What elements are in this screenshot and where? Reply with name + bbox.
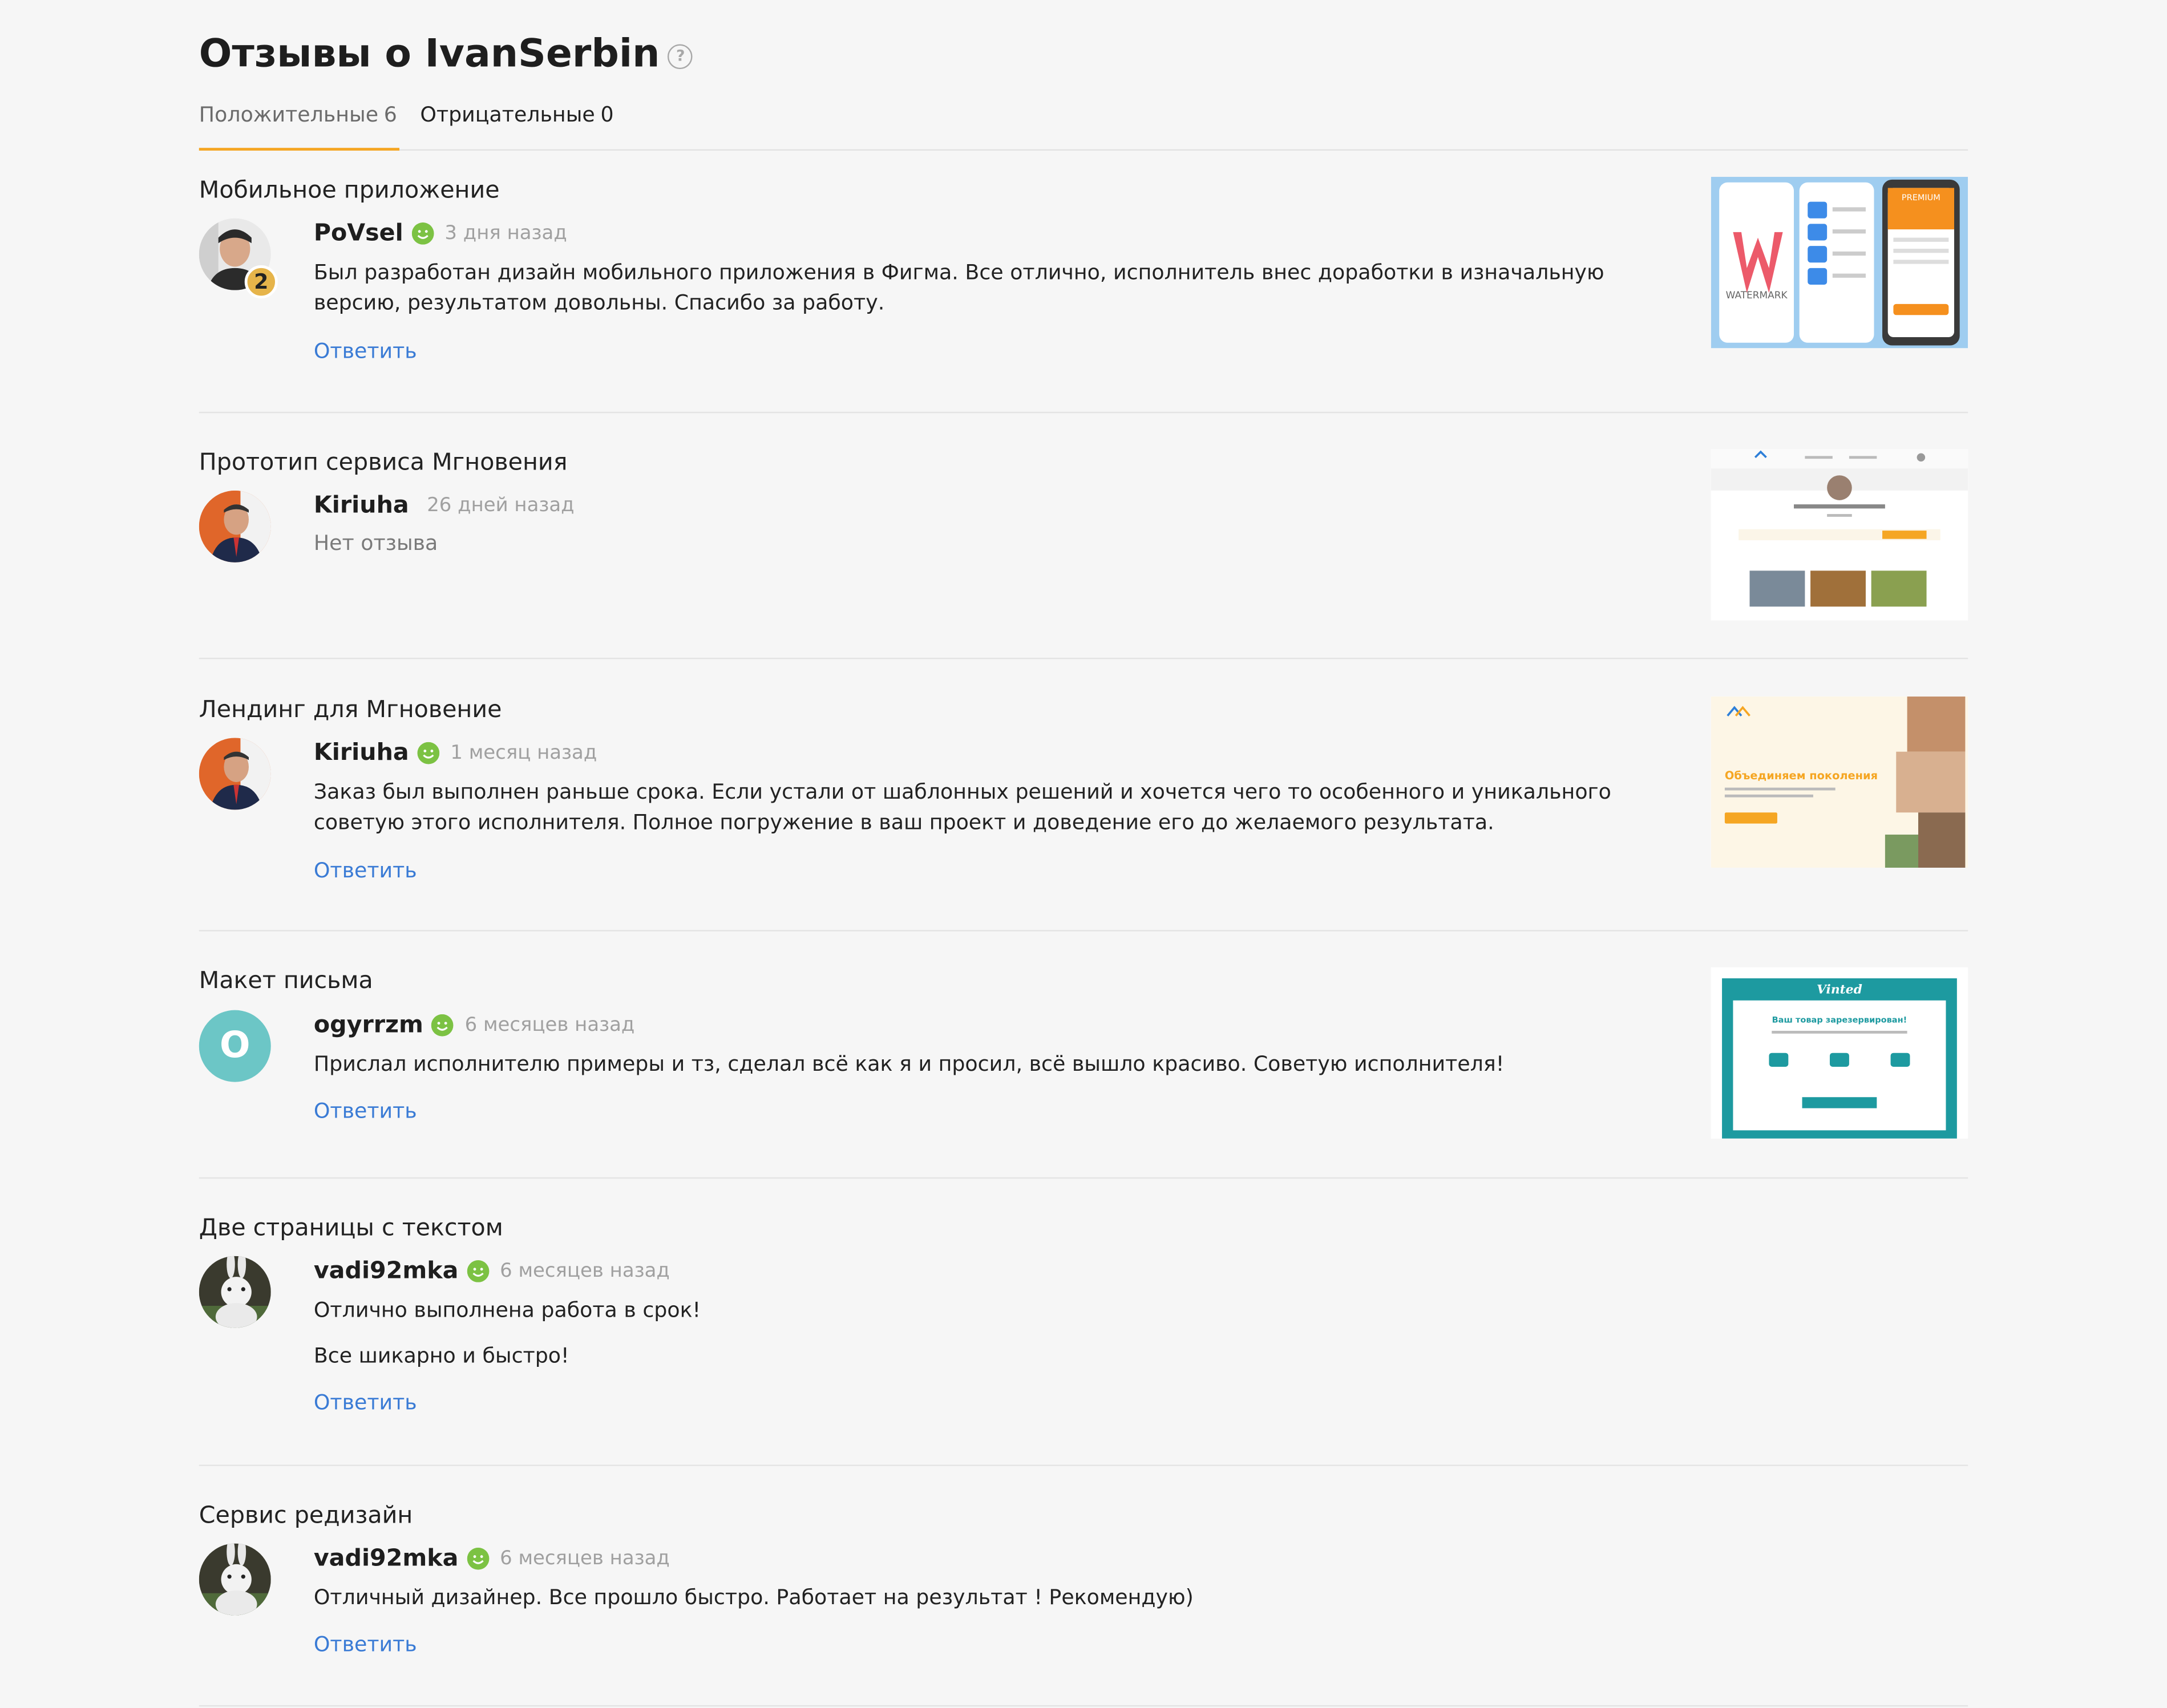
avatar[interactable] (199, 490, 271, 562)
page-title: Отзывы о IvanSerbin ? (199, 30, 693, 76)
positive-smile-icon (431, 1014, 454, 1037)
reply-link[interactable]: Ответить (314, 338, 417, 363)
positive-smile-icon (411, 222, 434, 245)
thumb-premium: PREMIUM (1902, 193, 1940, 203)
review-time: 6 месяцев назад (500, 1260, 670, 1282)
thumb-heading: Ваш товар зарезервирован! (1772, 1015, 1907, 1025)
review-tabs: Положительные 6 Отрицательные 0 (199, 102, 1968, 151)
portfolio-thumbnail[interactable]: WATERMARK PREMIUM (1711, 177, 1968, 349)
positive-smile-icon (417, 742, 439, 764)
review-text: Нет отзыва (313, 531, 438, 556)
positive-smile-icon (466, 1547, 489, 1570)
review-item: Две страницы с текстом vadi92mka 6 месяц… (199, 1177, 1968, 1466)
author-line: Kiriuha 1 месяц назад (314, 739, 597, 767)
tab-positive-label: Положительные (199, 102, 379, 127)
review-text: Прислал исполнителю примеры и тз, сделал… (313, 1051, 1505, 1076)
project-title: Две страницы с текстом (199, 1215, 503, 1242)
author-line: Kiriuha 26 дней назад (314, 492, 575, 519)
tab-negative-count: 0 (600, 102, 614, 127)
author-name[interactable]: vadi92mka (314, 1257, 459, 1285)
portfolio-thumbnail[interactable]: Объединяем поколения (1711, 696, 1968, 868)
review-time: 6 месяцев назад (500, 1547, 670, 1570)
author-name[interactable]: vadi92mka (314, 1545, 459, 1572)
review-item: Прототип сервиса Мгновения Kiriuha 26 дн… (199, 412, 1968, 659)
positive-smile-icon (466, 1260, 489, 1282)
review-time: 3 дня назад (444, 222, 567, 245)
author-name[interactable]: Kiriuha (314, 739, 409, 767)
author-line: vadi92mka 6 месяцев назад (314, 1545, 670, 1572)
avatar[interactable] (199, 1543, 271, 1616)
reply-link[interactable]: Ответить (314, 1632, 417, 1657)
level-badge: 2 (244, 265, 278, 299)
review-text-2: Все шикарно и быстро! (313, 1343, 569, 1368)
reply-link[interactable]: Ответить (314, 1099, 417, 1124)
author-name[interactable]: PoVsel (314, 220, 403, 247)
thumb-brand: Vinted (1817, 983, 1862, 997)
thumb-watermark: WATERMARK (1726, 289, 1788, 301)
avatar[interactable] (199, 738, 271, 810)
review-item: Мобильное приложение 2 PoVsel 3 дня наза… (199, 149, 1968, 414)
review-text: Отличный дизайнер. Все прошло быстро. Ра… (313, 1585, 1194, 1610)
tab-positive-count: 6 (383, 102, 397, 127)
project-title: Мобильное приложение (199, 177, 500, 205)
author-name[interactable]: ogyrrzm (314, 1011, 423, 1039)
review-text: Был разработан дизайн мобильного приложе… (313, 260, 1604, 315)
review-item: Макет письма O ogyrrzm 6 месяцев назад П… (199, 930, 1968, 1179)
avatar[interactable]: O (199, 1010, 271, 1082)
reply-link[interactable]: Ответить (314, 1390, 417, 1415)
thumb-heading: Объединяем поколения (1725, 769, 1878, 782)
project-title: Макет письма (199, 967, 373, 995)
author-line: ogyrrzm 6 месяцев назад (314, 1011, 635, 1039)
project-title: Сервис редизайн (199, 1501, 413, 1530)
tab-negative-label: Отрицательные (420, 102, 595, 127)
review-time: 1 месяц назад (450, 742, 597, 764)
review-time: 6 месяцев назад (464, 1014, 635, 1037)
tab-positive[interactable]: Положительные 6 (199, 102, 400, 151)
portfolio-thumbnail[interactable]: Vinted Ваш товар зарезервирован! (1711, 967, 1968, 1139)
project-title: Лендинг для Мгновение (199, 696, 502, 725)
review-text: Отлично выполнена работа в срок! (313, 1297, 701, 1323)
avatar[interactable] (199, 1256, 271, 1328)
review-text: Заказ был выполнен раньше срока. Если ус… (313, 779, 1611, 835)
reply-link[interactable]: Ответить (314, 858, 417, 883)
review-item: Сервис редизайн vadi92mka 6 месяцев наза… (199, 1465, 1968, 1707)
avatar[interactable]: 2 (199, 218, 278, 299)
review-time: 26 дней назад (427, 495, 575, 517)
help-icon[interactable]: ? (668, 43, 693, 68)
review-item: Лендинг для Мгновение Kiriuha 1 месяц на… (199, 658, 1968, 932)
author-name[interactable]: Kiriuha (314, 492, 409, 519)
portfolio-thumbnail[interactable] (1711, 449, 1968, 621)
author-line: PoVsel 3 дня назад (314, 220, 567, 247)
page-title-text: Отзывы о IvanSerbin (199, 30, 660, 76)
tab-negative[interactable]: Отрицательные 0 (420, 102, 613, 148)
project-title: Прототип сервиса Мгновения (199, 449, 568, 477)
author-line: vadi92mka 6 месяцев назад (314, 1257, 670, 1285)
